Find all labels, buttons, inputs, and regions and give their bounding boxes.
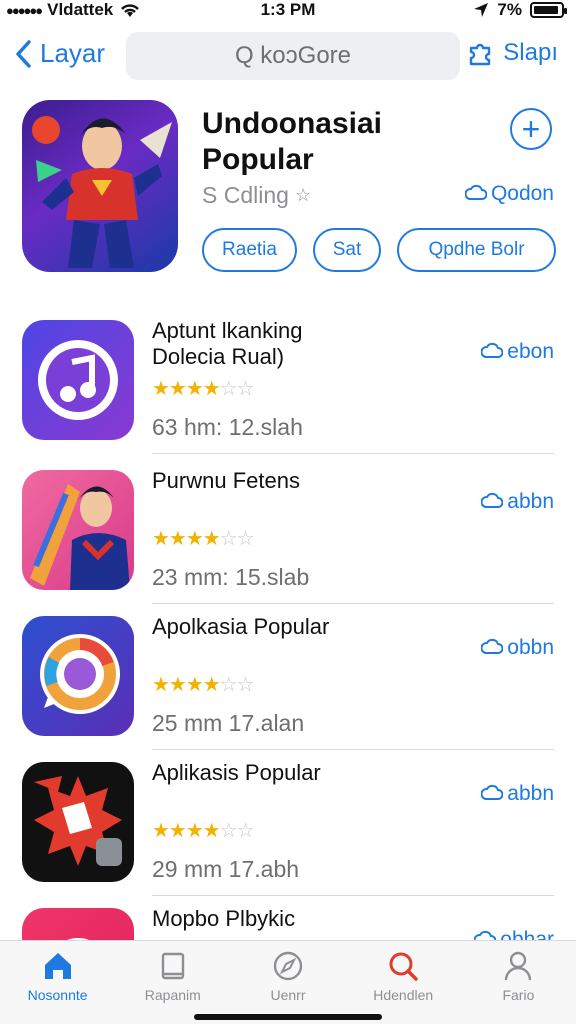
get-button[interactable]: obbn: [481, 636, 554, 660]
back-label: Layar: [40, 38, 106, 68]
app-meta: 63 hm: 12.slah: [152, 414, 303, 440]
back-button[interactable]: Layar: [14, 38, 105, 69]
hero-character-icon[interactable]: [22, 100, 178, 272]
app-name: Aplikasis Popular: [152, 760, 321, 785]
featured-subtitle-text: S Cdling: [202, 182, 289, 208]
app-name: Mopbo Plbykic: [152, 906, 296, 931]
tab-label: Hdendlen: [373, 987, 434, 1003]
featured-action-label: Qodon: [490, 182, 554, 205]
tab-profile[interactable]: Fario: [461, 941, 576, 1024]
cloud-download-icon: [481, 638, 504, 654]
puzzle-icon: [470, 43, 491, 66]
app-name: Purwnu Fetens: [152, 468, 300, 493]
house-icon: [44, 953, 71, 979]
location-arrow-icon: [474, 3, 489, 17]
divider: [152, 603, 554, 604]
chip-button[interactable]: Qpdhe Bolr: [397, 228, 556, 272]
tab-label: Rapanim: [144, 987, 201, 1003]
app-meta: 29 mm 17.abh: [152, 856, 300, 882]
app-meta: 25 mm 17.alan: [152, 710, 305, 736]
tab-explore[interactable]: Uenrr: [230, 941, 345, 1024]
share-button[interactable]: Slapı: [465, 38, 558, 68]
hero-character-icon[interactable]: [22, 470, 134, 590]
get-label: obbn: [507, 636, 554, 659]
star-badge-icon[interactable]: [22, 762, 134, 882]
list-item[interactable]: Apolkasia Popular ★★★★☆☆ 25 mm 17.alan o…: [0, 606, 576, 750]
tab-bar: Nosonnte Rapanim Uenrr Hdendlen Fario: [0, 940, 576, 1024]
get-label: abbn: [507, 782, 554, 805]
tab-label: Fario: [502, 987, 535, 1003]
list-item[interactable]: Aplikasis Popular ★★★★☆☆ 29 mm 17.abh ab…: [0, 752, 576, 896]
featured-subtitle: S Cdling ☆: [202, 182, 311, 209]
app-name: Apolkasia Popular: [152, 614, 330, 639]
star-rating: ★★★★☆☆: [152, 528, 255, 550]
divider: [152, 453, 554, 454]
person-icon: [505, 951, 532, 981]
navigation-bar: Layar Q koɔGore Slapı: [0, 28, 576, 84]
search-field[interactable]: Q koɔGore: [126, 32, 460, 80]
search-text: Q koɔGore: [234, 42, 352, 69]
list-item[interactable]: Aptunt lkanking Dolecia Rual) ★★★★☆☆ 63 …: [0, 310, 576, 454]
featured-action-button[interactable]: Qodon: [464, 182, 554, 206]
status-bar: ●●●●●● Vldattek 1:3 PM 7%: [0, 0, 576, 24]
featured-app: Undoonasiai Popular S Cdling ☆ + Qodon R…: [0, 96, 576, 286]
tab-home[interactable]: Nosonnte: [0, 941, 115, 1024]
status-right: 7%: [473, 0, 567, 20]
star-rating: ★★★★☆☆: [152, 674, 255, 696]
chevron-left-icon: [16, 39, 31, 68]
get-button[interactable]: abbn: [481, 490, 554, 514]
battery-percent: 7%: [497, 0, 522, 19]
featured-chips: Raetia Sat Qpdhe Bolr: [202, 228, 556, 272]
compass-icon: [273, 951, 303, 981]
app-name: Aptunt lkanking Dolecia Rual): [152, 318, 303, 369]
share-label: Slapı: [503, 39, 558, 66]
divider: [152, 895, 554, 896]
plus-icon: +: [521, 111, 541, 147]
chip-button[interactable]: Sat: [313, 228, 381, 272]
divider: [152, 749, 554, 750]
battery-icon: [530, 2, 567, 18]
chat-bubble-icon[interactable]: [22, 616, 134, 736]
cloud-download-icon: [481, 342, 504, 358]
star-rating: ★★★★☆☆: [152, 820, 255, 842]
add-button[interactable]: +: [510, 108, 552, 150]
home-indicator: [194, 1014, 382, 1020]
chip-button[interactable]: Raetia: [202, 228, 297, 272]
app-meta: 23 mm: 15.slab: [152, 564, 310, 590]
featured-title: Undoonasiai Popular: [202, 107, 383, 176]
search-icon: [389, 952, 418, 981]
star-rating: ★★★★☆☆: [152, 378, 255, 400]
star-outline-icon: ☆: [294, 185, 312, 205]
music-note-icon[interactable]: [22, 320, 134, 440]
tab-label: Nosonnte: [27, 987, 88, 1003]
tab-search[interactable]: Hdendlen: [346, 941, 461, 1024]
get-label: abbn: [507, 490, 554, 513]
get-label: ebon: [507, 340, 554, 363]
book-icon: [161, 952, 184, 980]
cloud-download-icon: [481, 784, 504, 800]
tab-library[interactable]: Rapanim: [115, 941, 230, 1024]
cloud-download-icon: [481, 492, 504, 508]
list-item[interactable]: Purwnu Fetens ★★★★☆☆ 23 mm: 15.slab abbn: [0, 460, 576, 604]
get-button[interactable]: ebon: [481, 340, 554, 364]
tab-label: Uenrr: [270, 987, 306, 1003]
get-button[interactable]: abbn: [481, 782, 554, 806]
cloud-download-icon: [464, 184, 487, 200]
